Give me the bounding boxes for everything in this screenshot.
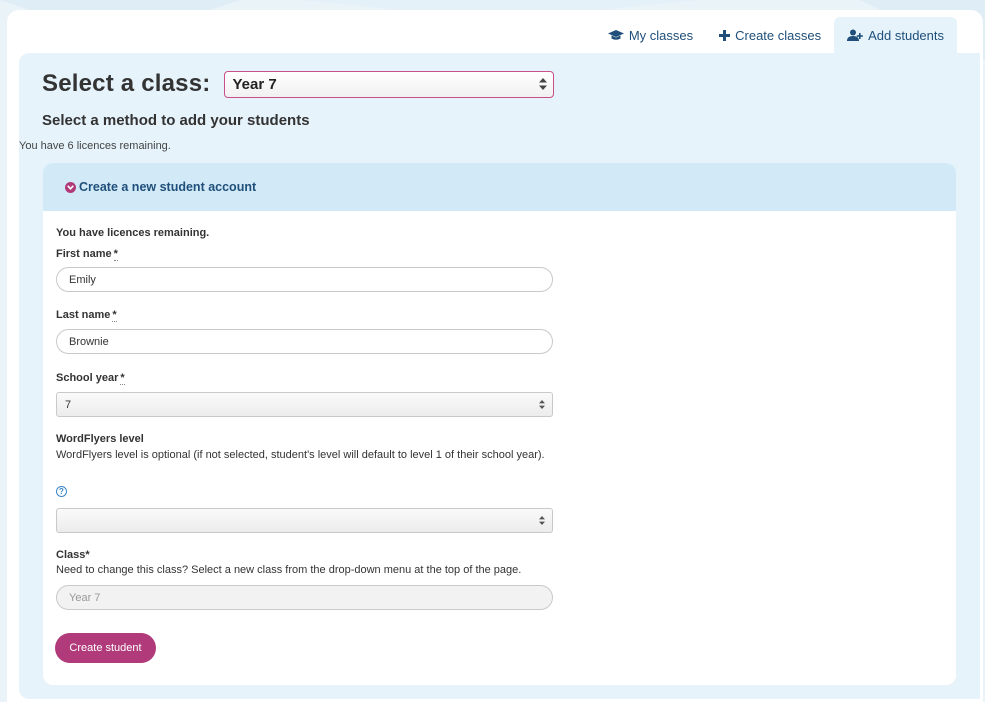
add-user-icon xyxy=(847,29,863,41)
licences-remaining-note: You have 6 licences remaining. xyxy=(19,140,171,152)
add-students-panel: Select a class: Year 7 Select a method t… xyxy=(19,53,980,699)
wordflyers-level-select[interactable] xyxy=(56,508,553,533)
school-year-label: School year * xyxy=(56,372,125,385)
method-heading: Select a method to add your students xyxy=(42,112,310,129)
select-arrows-icon xyxy=(539,516,545,525)
accordion-header-create-student[interactable]: Create a new student account xyxy=(43,163,956,211)
last-name-label: Last name * xyxy=(56,309,117,322)
tab-my-classes[interactable]: My classes xyxy=(595,17,706,53)
wordflyers-level-label: WordFlyers level xyxy=(56,433,144,445)
create-student-button[interactable]: Create student xyxy=(55,633,156,663)
select-arrows-icon xyxy=(539,78,548,90)
tab-label: Add students xyxy=(868,27,944,43)
tab-add-students[interactable]: Add students xyxy=(834,17,957,53)
class-label-text: Class xyxy=(56,549,86,561)
class-label: Class* xyxy=(56,549,90,561)
first-name-field[interactable]: Emily xyxy=(56,267,553,292)
top-tabs: My classes Create classes Add students xyxy=(595,17,957,53)
class-select-value: Year 7 xyxy=(232,75,277,93)
required-mark: * xyxy=(85,549,90,561)
class-select[interactable]: Year 7 xyxy=(224,70,555,98)
required-mark: * xyxy=(112,309,117,322)
select-arrows-icon xyxy=(539,400,545,409)
required-mark: * xyxy=(120,372,125,385)
graduation-cap-icon xyxy=(607,29,624,41)
required-mark: * xyxy=(113,248,118,261)
last-name-field[interactable]: Brownie xyxy=(56,329,553,354)
select-class-heading: Select a class: xyxy=(42,70,211,97)
chevron-down-circle-icon xyxy=(65,181,76,193)
licences-status-text: You have licences remaining. xyxy=(56,227,210,239)
first-name-label: First name * xyxy=(56,248,118,261)
create-student-section: Create a new student account You have li… xyxy=(43,163,956,685)
first-name-label-text: First name xyxy=(56,248,112,260)
plus-icon xyxy=(719,29,731,41)
class-field: Year 7 xyxy=(56,585,553,610)
class-help: Need to change this class? Select a new … xyxy=(56,564,522,576)
tab-label: My classes xyxy=(628,27,694,43)
school-year-label-text: School year xyxy=(56,372,119,384)
help-icon[interactable]: ? xyxy=(56,486,67,497)
tab-create-classes[interactable]: Create classes xyxy=(706,17,834,53)
school-year-value: 7 xyxy=(65,398,72,411)
tab-label: Create classes xyxy=(735,27,822,43)
accordion-title: Create a new student account xyxy=(79,180,257,194)
wordflyers-level-help: WordFlyers level is optional (if not sel… xyxy=(56,449,545,461)
class-select-row: Select a class: Year 7 xyxy=(42,70,555,98)
last-name-label-text: Last name xyxy=(56,309,111,321)
school-year-select[interactable]: 7 xyxy=(56,392,553,417)
